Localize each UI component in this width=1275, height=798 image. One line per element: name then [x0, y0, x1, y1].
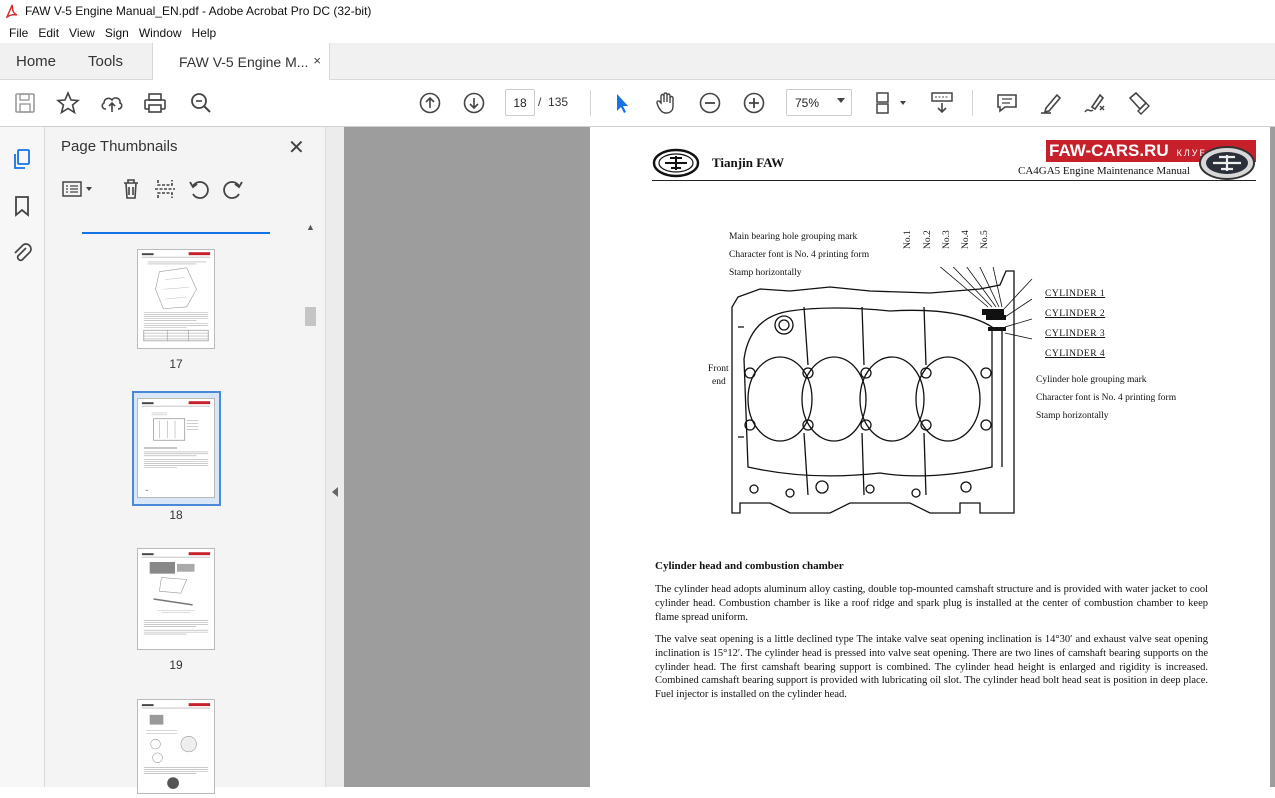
menu-view[interactable]: View — [64, 26, 100, 40]
document-viewer[interactable]: Tianjin FAW FAW-CARS.RU КЛУБ CA4GA5 Engin… — [344, 127, 1275, 787]
fig-no-label: No.4 — [961, 230, 971, 249]
title-bar: FAW V-5 Engine Manual_EN.pdf - Adobe Acr… — [0, 0, 1275, 22]
window-title: FAW V-5 Engine Manual_EN.pdf - Adobe Acr… — [25, 4, 372, 18]
select-cursor-icon[interactable] — [609, 90, 635, 116]
next-page-icon[interactable] — [461, 90, 487, 116]
panel-title: Page Thumbnails — [61, 138, 178, 155]
thumbnail-preview — [141, 401, 211, 491]
toolbar-divider — [590, 90, 591, 116]
thumbnail-number: 18 — [169, 508, 183, 522]
doc-header-right: CA4GA5 Engine Maintenance Manual — [1018, 165, 1190, 177]
fig-no-label: No.1 — [903, 230, 913, 249]
fig-label: Main bearing hole grouping mark — [729, 232, 858, 242]
panel-toolbar — [45, 175, 315, 203]
upload-icon[interactable] — [99, 90, 125, 116]
thumbnail-preview — [141, 703, 211, 789]
tab-document-label: FAW V-5 Engine M... — [179, 53, 309, 70]
fill-sign-icon[interactable] — [1125, 90, 1151, 116]
comment-icon[interactable] — [994, 90, 1020, 116]
attachment-icon[interactable] — [10, 240, 34, 264]
save-icon[interactable] — [12, 90, 38, 116]
brand-text: FAW-CARS.RU — [1049, 141, 1169, 160]
zoom-value: 75% — [795, 95, 820, 110]
page-separator: / — [538, 95, 542, 109]
thumbnail-options-icon[interactable] — [61, 177, 95, 201]
panel-collapse-handle[interactable] — [325, 127, 344, 787]
thumbnails-panel: Page Thumbnails ✕ 17 18 19 — [45, 127, 325, 794]
star-icon[interactable] — [55, 90, 81, 116]
thumbnail-page[interactable] — [137, 249, 215, 349]
thumbnail-preview — [141, 552, 211, 635]
scroll-mode-icon[interactable] — [929, 90, 955, 116]
header-rule — [652, 180, 1256, 181]
thumbnail-page[interactable] — [137, 548, 215, 650]
fig-no-label: No.5 — [980, 230, 990, 249]
thumbnail-number: 19 — [169, 658, 183, 672]
body-paragraph: The valve seat opening is a little decli… — [655, 634, 1208, 701]
extract-pages-icon[interactable] — [153, 177, 177, 201]
print-icon[interactable] — [142, 90, 168, 116]
faw-logo-icon — [652, 148, 700, 178]
acrobat-icon — [6, 4, 18, 18]
pdf-page: Tianjin FAW FAW-CARS.RU КЛУБ CA4GA5 Engin… — [590, 127, 1270, 787]
engine-block-diagram — [731, 267, 1033, 514]
zoom-in-icon[interactable] — [741, 90, 767, 116]
prev-page-icon[interactable] — [417, 90, 443, 116]
tab-tools[interactable]: Tools — [88, 43, 123, 80]
fig-no-label: No.2 — [923, 230, 933, 249]
zoom-search-icon[interactable] — [188, 90, 214, 116]
thumbnail-page[interactable] — [137, 699, 215, 794]
tab-bar: Home Tools FAW V-5 Engine M... × — [0, 43, 1275, 80]
menu-bar: File Edit View Sign Window Help — [0, 22, 1275, 43]
page-thumbnails-icon[interactable] — [10, 147, 34, 171]
thumbnail-number: 17 — [169, 357, 183, 371]
page-number-input[interactable]: 18 — [505, 89, 535, 116]
highlight-pen-icon[interactable] — [1038, 90, 1064, 116]
scroll-up-icon[interactable]: ▲ — [306, 222, 315, 232]
tab-document[interactable]: FAW V-5 Engine M... × — [152, 43, 330, 80]
panel-divider — [82, 232, 270, 234]
rotate-left-icon[interactable] — [187, 177, 211, 201]
menu-window[interactable]: Window — [134, 26, 187, 40]
zoom-out-icon[interactable] — [697, 90, 723, 116]
section-heading: Cylinder head and combustion chamber — [655, 560, 844, 572]
hand-tool-icon[interactable] — [653, 90, 679, 116]
chevron-down-icon — [837, 98, 845, 103]
thumbnail-page-current[interactable] — [137, 398, 215, 498]
menu-help[interactable]: Help — [187, 26, 222, 40]
fig-no-label: No.3 — [942, 230, 952, 249]
faw-emblem-icon — [1199, 146, 1255, 180]
toolbar — [0, 80, 1275, 127]
menu-file[interactable]: File — [4, 26, 33, 40]
body-paragraph: The cylinder head adopts aluminum alloy … — [655, 584, 1208, 623]
front-label: end — [712, 377, 726, 387]
toolbar-divider — [972, 90, 973, 116]
page-total: 135 — [548, 95, 569, 109]
page-layout-icon[interactable] — [872, 90, 910, 116]
thumbnails-scrollbar[interactable] — [303, 220, 317, 787]
fig-label: Character font is No. 4 printing form — [729, 250, 870, 260]
tab-home[interactable]: Home — [16, 43, 56, 80]
rotate-right-icon[interactable] — [221, 177, 245, 201]
doc-header-left: Tianjin FAW — [712, 155, 785, 170]
collapse-arrow-icon — [332, 487, 338, 497]
menu-edit[interactable]: Edit — [33, 26, 64, 40]
delete-icon[interactable] — [119, 177, 143, 201]
zoom-select[interactable]: 75% — [786, 89, 852, 116]
bookmark-icon[interactable] — [10, 194, 34, 218]
draw-sign-icon[interactable] — [1082, 90, 1108, 116]
page-total-label: / 135 — [538, 95, 568, 109]
scrollbar-thumb[interactable] — [305, 307, 316, 326]
close-icon[interactable]: ✕ — [288, 135, 305, 160]
tab-close-icon[interactable]: × — [313, 53, 321, 68]
menu-sign[interactable]: Sign — [100, 26, 134, 40]
front-label: Front — [708, 364, 729, 374]
thumbnail-preview — [141, 252, 211, 342]
left-rail — [0, 127, 45, 787]
